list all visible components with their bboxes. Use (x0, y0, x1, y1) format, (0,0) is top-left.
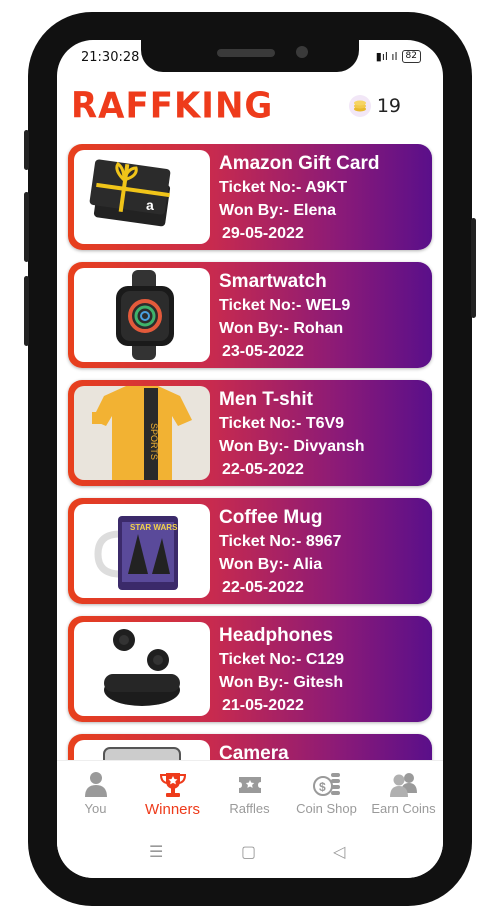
gift-card-image: a (74, 150, 210, 244)
tab-earn-coins[interactable]: Earn Coins (365, 771, 442, 816)
bottom-tab-bar: You Winners Raffles $ Coin Shop Earn Coi… (57, 760, 443, 831)
winner-card[interactable]: Camera (68, 734, 432, 760)
winner-card[interactable]: SPORTS Men T-shit Ticket No:- T6V9 Won B… (68, 380, 432, 486)
users-icon (389, 773, 417, 797)
system-nav-bar: ☰ ▢ ◁ (57, 830, 443, 878)
winner-prize: Men T-shit (219, 389, 313, 410)
tab-label: Coin Shop (296, 801, 357, 816)
back-nav-button[interactable]: ◁ (333, 842, 345, 861)
winner-name: Won By:- Divyansh (219, 438, 365, 455)
winner-ticket: Ticket No:- 8967 (219, 533, 342, 550)
tab-label: Winners (144, 801, 200, 818)
winner-name: Won By:- Alia (219, 556, 323, 573)
winner-prize: Smartwatch (219, 271, 327, 292)
winner-card[interactable]: STAR WARS Coffee Mug Ticket No:- 8967 Wo… (68, 498, 432, 604)
winners-list[interactable]: a Amazon Gift Card Ticket No:- A9KT Won … (57, 144, 443, 760)
tshirt-image: SPORTS (74, 386, 210, 480)
front-camera (296, 46, 308, 58)
power-button (471, 218, 476, 318)
status-time: 21:30:28 (81, 50, 140, 65)
winner-name: Won By:- Rohan (219, 320, 344, 337)
winner-date: 23-05-2022 (222, 343, 304, 360)
app-logo: RAFFKING (71, 85, 274, 127)
volume-button (24, 192, 29, 262)
earbuds-image (74, 622, 210, 716)
winner-date: 22-05-2022 (222, 579, 304, 596)
app-screen: 21:30:28 ▮ıl ıl 82 RAFFKING 19 a Amazon … (57, 40, 443, 878)
winner-prize: Amazon Gift Card (219, 153, 380, 174)
winner-ticket: Ticket No:- WEL9 (219, 297, 351, 314)
smartwatch-image (74, 268, 210, 362)
winner-date: 29-05-2022 (222, 225, 304, 242)
trophy-icon (159, 773, 186, 797)
tab-you[interactable]: You (57, 771, 134, 816)
coin-count: 19 (376, 95, 401, 117)
winner-date: 22-05-2022 (222, 461, 304, 478)
ticket-icon (238, 777, 261, 793)
svg-text:$: $ (319, 780, 326, 794)
winner-card[interactable]: Headphones Ticket No:- C129 Won By:- Git… (68, 616, 432, 722)
coffee-mug-image: STAR WARS (74, 504, 210, 598)
signal-icon: ▮ıl ıl (375, 50, 398, 63)
camera-image (74, 740, 210, 760)
winner-name: Won By:- Gitesh (219, 674, 344, 691)
tab-label: You (84, 801, 107, 816)
winner-ticket: Ticket No:- C129 (219, 651, 345, 668)
winner-name: Won By:- Elena (219, 202, 337, 219)
winner-card[interactable]: Smartwatch Ticket No:- WEL9 Won By:- Roh… (68, 262, 432, 368)
winner-prize: Headphones (219, 625, 334, 646)
tab-label: Earn Coins (371, 801, 436, 816)
person-icon (84, 772, 107, 797)
winner-prize: Coffee Mug (219, 507, 323, 528)
svg-text:a: a (146, 197, 154, 213)
coin-shop-icon: $ (312, 773, 340, 796)
tab-raffles[interactable]: Raffles (211, 771, 288, 816)
tab-winners[interactable]: Winners (134, 771, 211, 818)
svg-text:STAR WARS: STAR WARS (130, 523, 178, 532)
status-icons: ▮ıl ıl 82 (376, 50, 421, 63)
svg-text:SPORTS: SPORTS (149, 423, 159, 460)
notch (141, 40, 359, 72)
volume-button (24, 130, 29, 170)
home-nav-button[interactable]: ▢ (241, 842, 256, 861)
winner-ticket: Ticket No:- A9KT (219, 179, 348, 196)
coin-stack-icon (348, 95, 371, 117)
winner-prize: Camera (219, 743, 289, 760)
tab-coin-shop[interactable]: $ Coin Shop (288, 771, 365, 816)
menu-nav-button[interactable]: ☰ (149, 842, 163, 861)
winner-ticket: Ticket No:- T6V9 (219, 415, 345, 432)
battery-icon: 82 (401, 50, 421, 63)
tab-label: Raffles (229, 801, 270, 816)
coin-balance[interactable]: 19 (348, 95, 401, 117)
volume-button (24, 276, 29, 346)
winner-card[interactable]: a Amazon Gift Card Ticket No:- A9KT Won … (68, 144, 432, 250)
winner-date: 21-05-2022 (222, 697, 304, 714)
speaker (217, 49, 275, 57)
